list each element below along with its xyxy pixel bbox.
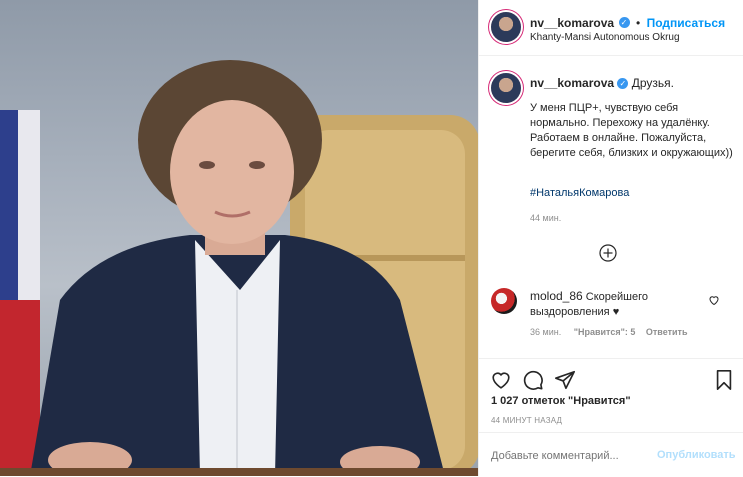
caption-time: 44 мин.	[530, 213, 562, 223]
plus-circle-icon	[599, 244, 617, 262]
likes-count[interactable]: 1 027 отметок "Нравится"	[491, 395, 631, 407]
follow-button[interactable]: Подписаться	[647, 16, 725, 30]
comment-likes[interactable]: "Нравится": 5	[574, 327, 636, 337]
save-button[interactable]	[714, 369, 734, 396]
like-button[interactable]	[490, 369, 512, 396]
post-header: nv__komarova ✓ • Подписаться Khanty-Mans…	[479, 0, 743, 56]
paper-plane-icon	[555, 370, 575, 390]
share-button[interactable]	[554, 369, 576, 396]
small-heart-icon	[709, 296, 719, 306]
comment-avatar[interactable]	[491, 288, 517, 314]
caption-avatar[interactable]	[491, 73, 521, 103]
publish-button[interactable]: Опубликовать	[657, 449, 736, 461]
separator-dot: •	[635, 16, 641, 30]
caption-body: У меня ПЦР+, чувствую себя нормально. Пе…	[530, 102, 733, 159]
reply-button[interactable]: Ответить	[646, 327, 688, 337]
hashtag-link[interactable]: #НатальяКомарова	[530, 187, 629, 199]
comment-input[interactable]	[489, 446, 653, 466]
heart-outline-icon	[492, 372, 510, 389]
post-sidebar: nv__komarova ✓ • Подписаться Khanty-Mans…	[478, 0, 743, 476]
comment-time: 36 мин.	[530, 327, 562, 337]
location-link[interactable]: Khanty-Mansi Autonomous Okrug	[530, 32, 680, 43]
caption-username[interactable]: nv__komarova	[530, 76, 614, 90]
avatar[interactable]	[491, 12, 521, 42]
speech-bubble-icon	[523, 370, 543, 390]
load-more-comments-button[interactable]	[599, 244, 617, 262]
username-link[interactable]: nv__komarova	[530, 16, 614, 30]
heart-emoji: ♥	[612, 306, 620, 318]
post-age: 44 МИНУТ НАЗАД	[491, 416, 563, 425]
add-comment-bar: Опубликовать	[479, 432, 743, 477]
comment-username[interactable]: molod_86	[530, 289, 583, 303]
comment-like-button[interactable]	[708, 293, 720, 311]
caption-first-line: Друзья.	[631, 76, 674, 90]
portrait-image	[0, 60, 478, 476]
comment-item: molod_86 Скорейшего выздоровления ♥	[530, 289, 705, 320]
verified-badge-icon: ✓	[618, 17, 630, 29]
verified-badge-icon: ✓	[617, 78, 629, 90]
comment-button[interactable]	[522, 369, 544, 396]
post-photo[interactable]	[0, 0, 478, 476]
bookmark-icon	[716, 370, 732, 390]
